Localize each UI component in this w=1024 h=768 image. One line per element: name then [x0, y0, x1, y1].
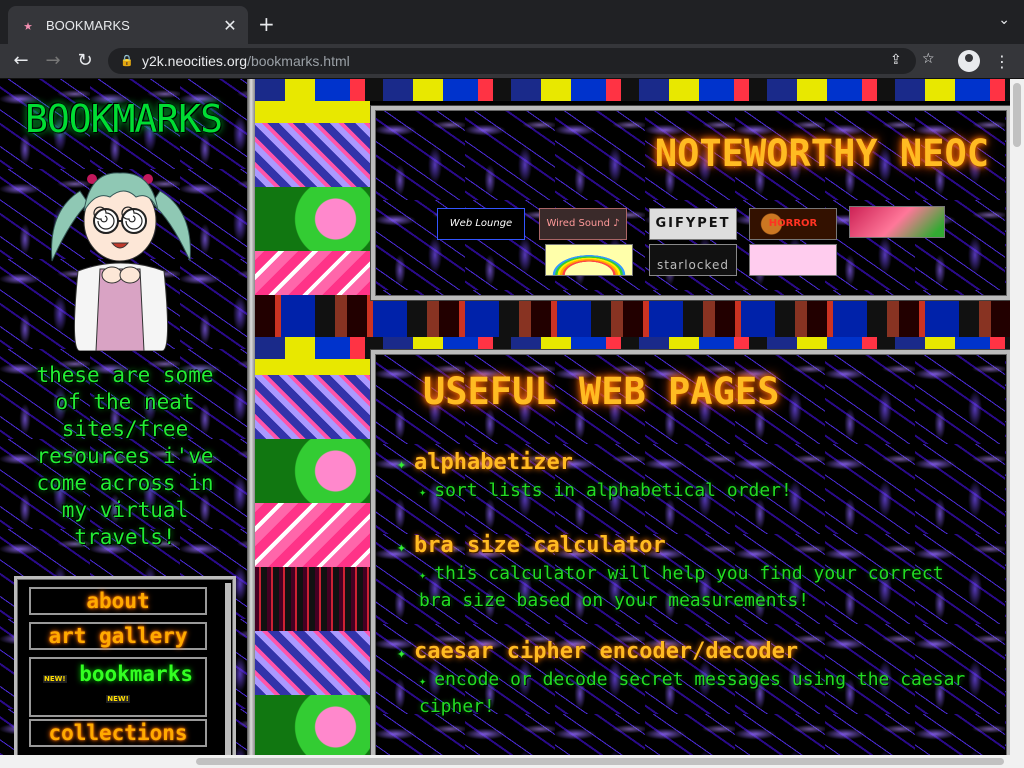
rainbow-button[interactable]: [545, 244, 633, 276]
link-alphabetizer[interactable]: ✦ alphabetizer: [397, 450, 573, 475]
lock-icon: 🔒: [120, 54, 134, 67]
collage-tiles: [255, 101, 370, 315]
page-viewport: BOOKMARKS these are some of the neat sit…: [0, 79, 1010, 755]
star-bullet-icon: ✦: [397, 644, 407, 662]
star-bullet-icon: ✦: [419, 674, 427, 688]
browser-toolbar: ← → ↻ 🔒 y2k.neocities.org/bookmarks.html…: [0, 44, 1024, 79]
desc-alphabetizer: ✦ sort lists in alphabetical order!: [419, 480, 792, 501]
nav-item-art-gallery[interactable]: art gallery: [29, 622, 207, 650]
collage-red-strip: [255, 295, 1010, 341]
tab-bar: ★ BOOKMARKS ✕ + ⌄: [0, 0, 1024, 44]
tab-bookmarks[interactable]: ★ BOOKMARKS ✕: [8, 6, 248, 44]
sidebar: BOOKMARKS these are some of the neat sit…: [0, 79, 247, 755]
back-arrow-icon[interactable]: ←: [10, 50, 32, 72]
sidebar-title: BOOKMARKS: [25, 97, 223, 141]
star-favicon-icon: ★: [23, 16, 33, 34]
desc-bra-size-calculator: ✦ this calculator will help you find your…: [419, 563, 944, 611]
tab-search-chevron-icon[interactable]: ⌄: [998, 12, 1010, 28]
nav-item-bookmarks[interactable]: NEW! bookmarks NEW!: [29, 657, 207, 717]
collage-tiles: [255, 359, 370, 755]
tab-title: BOOKMARKS: [46, 17, 130, 33]
address-bar[interactable]: 🔒 y2k.neocities.org/bookmarks.html ⇪ ☆: [108, 48, 935, 74]
star-bullet-icon: ✦: [397, 538, 407, 556]
new-tab-plus-icon[interactable]: +: [258, 12, 275, 36]
desc-caesar-cipher: ✦ encode or decode secret messages using …: [419, 669, 966, 717]
star-bullet-icon: ✦: [397, 455, 407, 473]
collage-strip: [255, 79, 1010, 101]
profile-avatar-icon[interactable]: [958, 50, 980, 72]
sidebar-divider: [247, 79, 255, 755]
bookmark-star-icon[interactable]: ☆: [922, 51, 935, 67]
page-horizontal-scrollbar[interactable]: [0, 755, 1024, 768]
reload-icon[interactable]: ↻: [74, 50, 96, 72]
link-caesar-cipher[interactable]: ✦ caesar cipher encoder/decoder: [397, 639, 798, 664]
new-badge-2: NEW!: [106, 695, 130, 703]
nav-item-bookmarks-label: bookmarks: [79, 662, 193, 686]
web-lounge-button[interactable]: Web Lounge: [437, 208, 525, 240]
star-bullet-icon: ✦: [419, 568, 427, 582]
nav-item-collections[interactable]: collections: [29, 719, 207, 747]
horror-button[interactable]: HORROR: [749, 208, 837, 240]
share-icon[interactable]: ⇪: [890, 52, 902, 68]
forward-arrow-icon[interactable]: →: [42, 50, 64, 72]
page-vertical-scrollbar[interactable]: [1010, 79, 1024, 755]
cute-face-button[interactable]: [749, 244, 837, 276]
useful-web-pages-panel: USEFUL WEB PAGES ✦ alphabetizer ✦ sort lis…: [371, 350, 1010, 755]
nav-item-about[interactable]: about: [29, 587, 207, 615]
sidebar-intro-text: these are some of the neat sites/free re…: [36, 363, 214, 549]
useful-title: USEFUL WEB PAGES: [423, 370, 780, 413]
noteworthy-title: NOTEWORTHY NEOC: [654, 132, 989, 175]
star-bullet-icon: ✦: [419, 485, 427, 499]
noteworthy-neocities-panel: NOTEWORTHY NEOC Web Lounge Wired Sound ♪…: [371, 106, 1010, 300]
pink-face-button[interactable]: [849, 206, 945, 238]
anime-girl-mascot-image: [51, 172, 191, 351]
url-text: y2k.neocities.org/bookmarks.html: [142, 53, 350, 69]
new-badge: NEW!: [42, 675, 67, 683]
link-bra-size-calculator[interactable]: ✦ bra size calculator: [397, 533, 666, 558]
starlocked-button[interactable]: starlocked: [649, 244, 737, 276]
sidebar-nav-scrollbar[interactable]: [225, 583, 231, 755]
more-menu-icon[interactable]: ⋮: [994, 52, 1010, 71]
gifypet-button[interactable]: GIFYPET: [649, 208, 737, 240]
tab-close-icon[interactable]: ✕: [220, 16, 240, 35]
sidebar-nav: about art gallery NEW! bookmarks NEW! co…: [14, 576, 236, 755]
wired-sound-button[interactable]: Wired Sound ♪: [539, 208, 627, 240]
